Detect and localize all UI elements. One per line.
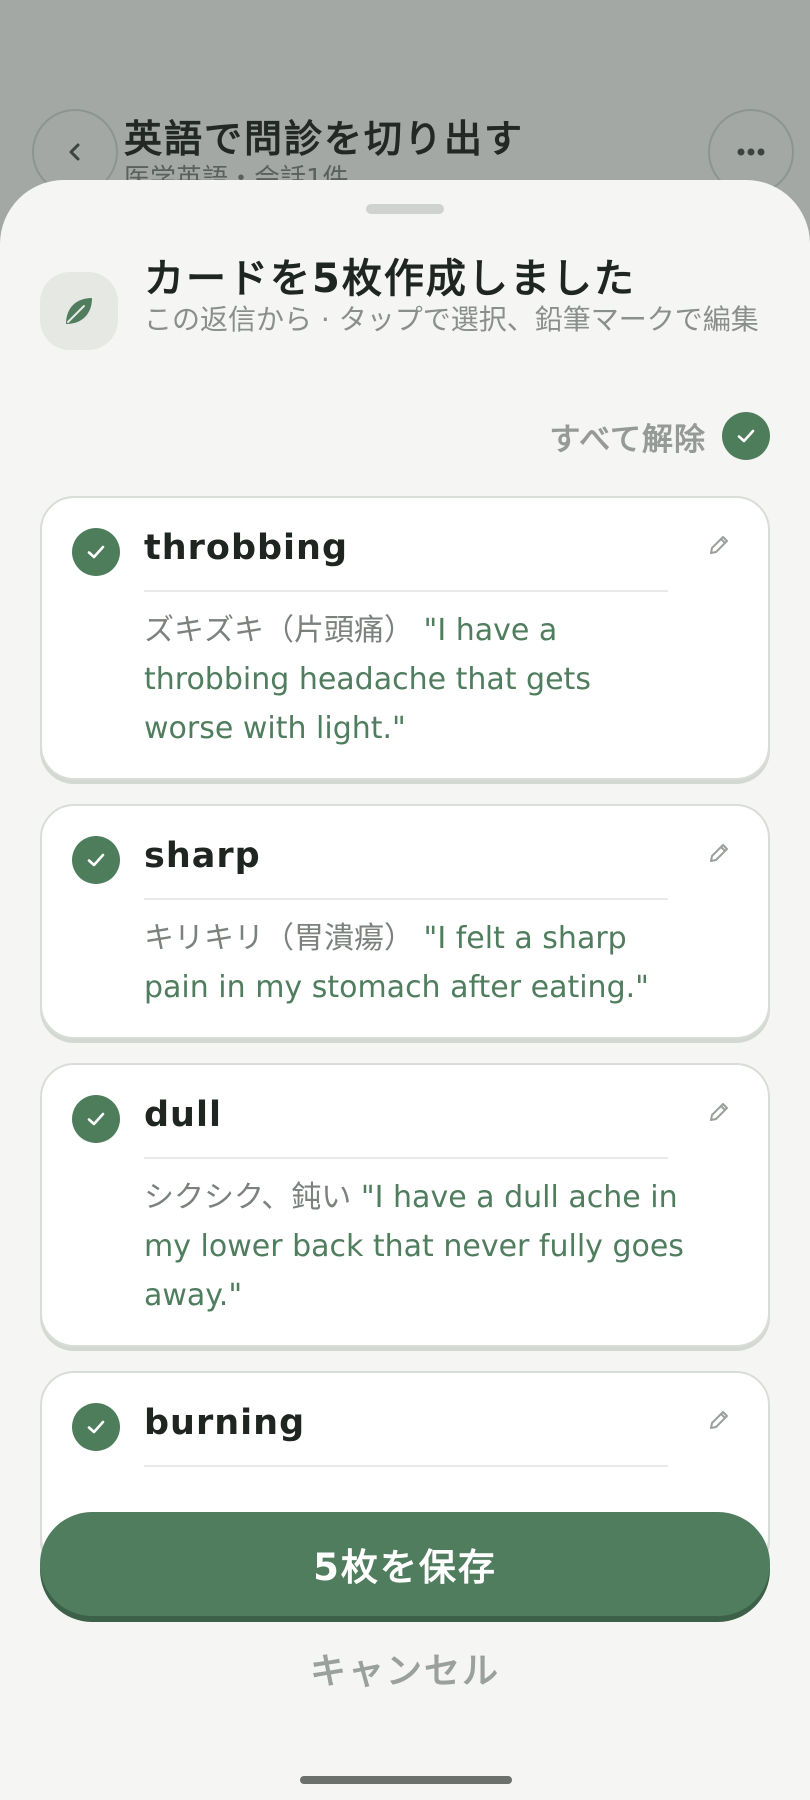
home-indicator[interactable] xyxy=(300,1776,512,1784)
sheet-subtitle: この返信から · タップで選択、鉛筆マークで編集 xyxy=(144,303,759,336)
sheet-title: カードを5枚作成しました xyxy=(144,256,636,302)
card-definition: ズキズキ（片頭痛） "I have a throbbing headache t… xyxy=(144,606,684,753)
card-item[interactable]: throbbing ズキズキ（片頭痛） "I have a throbbing … xyxy=(40,496,770,780)
card-item[interactable]: dull シクシク、鈍い "I have a dull ache in my l… xyxy=(40,1063,770,1347)
leaf-icon xyxy=(40,272,118,350)
card-term: throbbing xyxy=(144,528,349,568)
card-definition: シクシク、鈍い "I have a dull ache in my lower … xyxy=(144,1173,684,1320)
check-icon xyxy=(722,412,770,460)
card-definition: キリキリ（胃潰瘍） "I felt a sharp pain in my sto… xyxy=(144,914,684,1012)
card-term: burning xyxy=(144,1403,306,1443)
card-term: sharp xyxy=(144,836,261,876)
check-icon[interactable] xyxy=(72,1095,120,1143)
deselect-all-label: すべて解除 xyxy=(549,421,706,458)
card-list[interactable]: throbbing ズキズキ（片頭痛） "I have a throbbing … xyxy=(40,496,770,1662)
conversation-title: 英語で問診を切り出す xyxy=(124,117,525,161)
card-japanese: シクシク、鈍い xyxy=(144,1180,352,1215)
cancel-button[interactable]: キャンセル xyxy=(0,1642,810,1694)
check-icon[interactable] xyxy=(72,1403,120,1451)
card-item[interactable]: sharp キリキリ（胃潰瘍） "I felt a sharp pain in … xyxy=(40,804,770,1039)
deselect-all-toggle[interactable]: すべて解除 xyxy=(549,412,770,460)
card-japanese: キリキリ（胃潰瘍） xyxy=(144,921,414,956)
card-japanese: ズキズキ（片頭痛） xyxy=(144,613,414,648)
pencil-icon[interactable] xyxy=(702,1403,736,1437)
chevron-left-icon xyxy=(69,143,80,161)
pencil-icon[interactable] xyxy=(702,836,736,870)
check-icon[interactable] xyxy=(72,836,120,884)
pencil-icon[interactable] xyxy=(702,1095,736,1129)
card-divider xyxy=(144,898,668,900)
card-divider xyxy=(144,1465,668,1467)
card-divider xyxy=(144,590,668,592)
more-horizontal-icon xyxy=(737,148,765,156)
sheet-grabber[interactable] xyxy=(366,204,444,214)
pencil-icon[interactable] xyxy=(702,528,736,562)
card-creation-sheet: カードを5枚作成しました この返信から · タップで選択、鉛筆マークで編集 すべ… xyxy=(0,180,810,1800)
card-term: dull xyxy=(144,1095,222,1135)
card-divider xyxy=(144,1157,668,1159)
check-icon[interactable] xyxy=(72,528,120,576)
save-cards-button[interactable]: 5枚を保存 xyxy=(40,1512,770,1616)
